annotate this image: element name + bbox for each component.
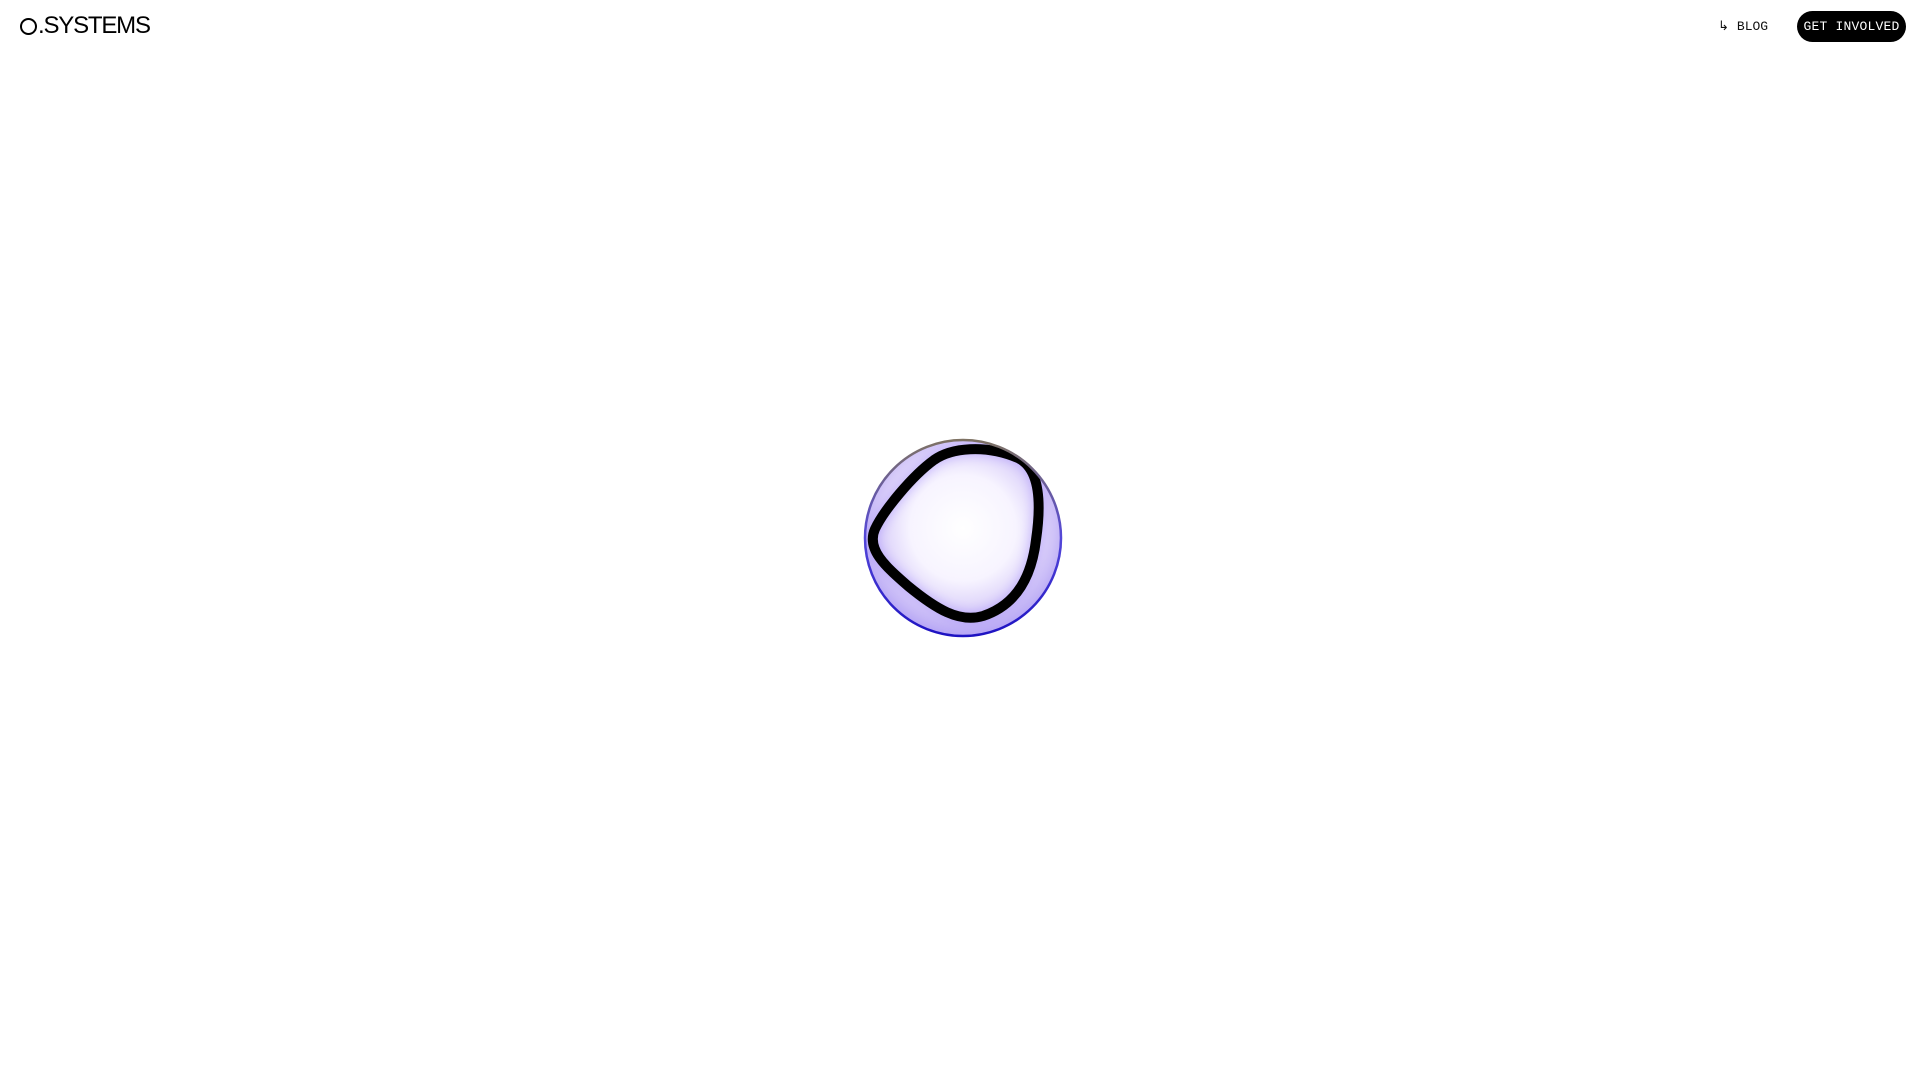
ring-logo-icon <box>20 18 37 35</box>
nav-blog-label: BLOG <box>1736 18 1769 34</box>
site-header: .SYSTEMS ↳ BLOG GET INVOLVED <box>0 0 1920 52</box>
logo-link[interactable]: .SYSTEMS <box>20 10 151 42</box>
logo-text: .SYSTEMS <box>38 12 151 39</box>
hero-orb-graphic <box>863 438 1063 638</box>
arrow-return-right-icon: ↳ <box>1718 18 1729 34</box>
page: .SYSTEMS ↳ BLOG GET INVOLVED <box>0 0 1920 1080</box>
get-involved-button[interactable]: GET INVOLVED <box>1797 11 1906 42</box>
orb-icon <box>863 438 1063 638</box>
nav-blog-link[interactable]: ↳ BLOG <box>1718 16 1768 36</box>
